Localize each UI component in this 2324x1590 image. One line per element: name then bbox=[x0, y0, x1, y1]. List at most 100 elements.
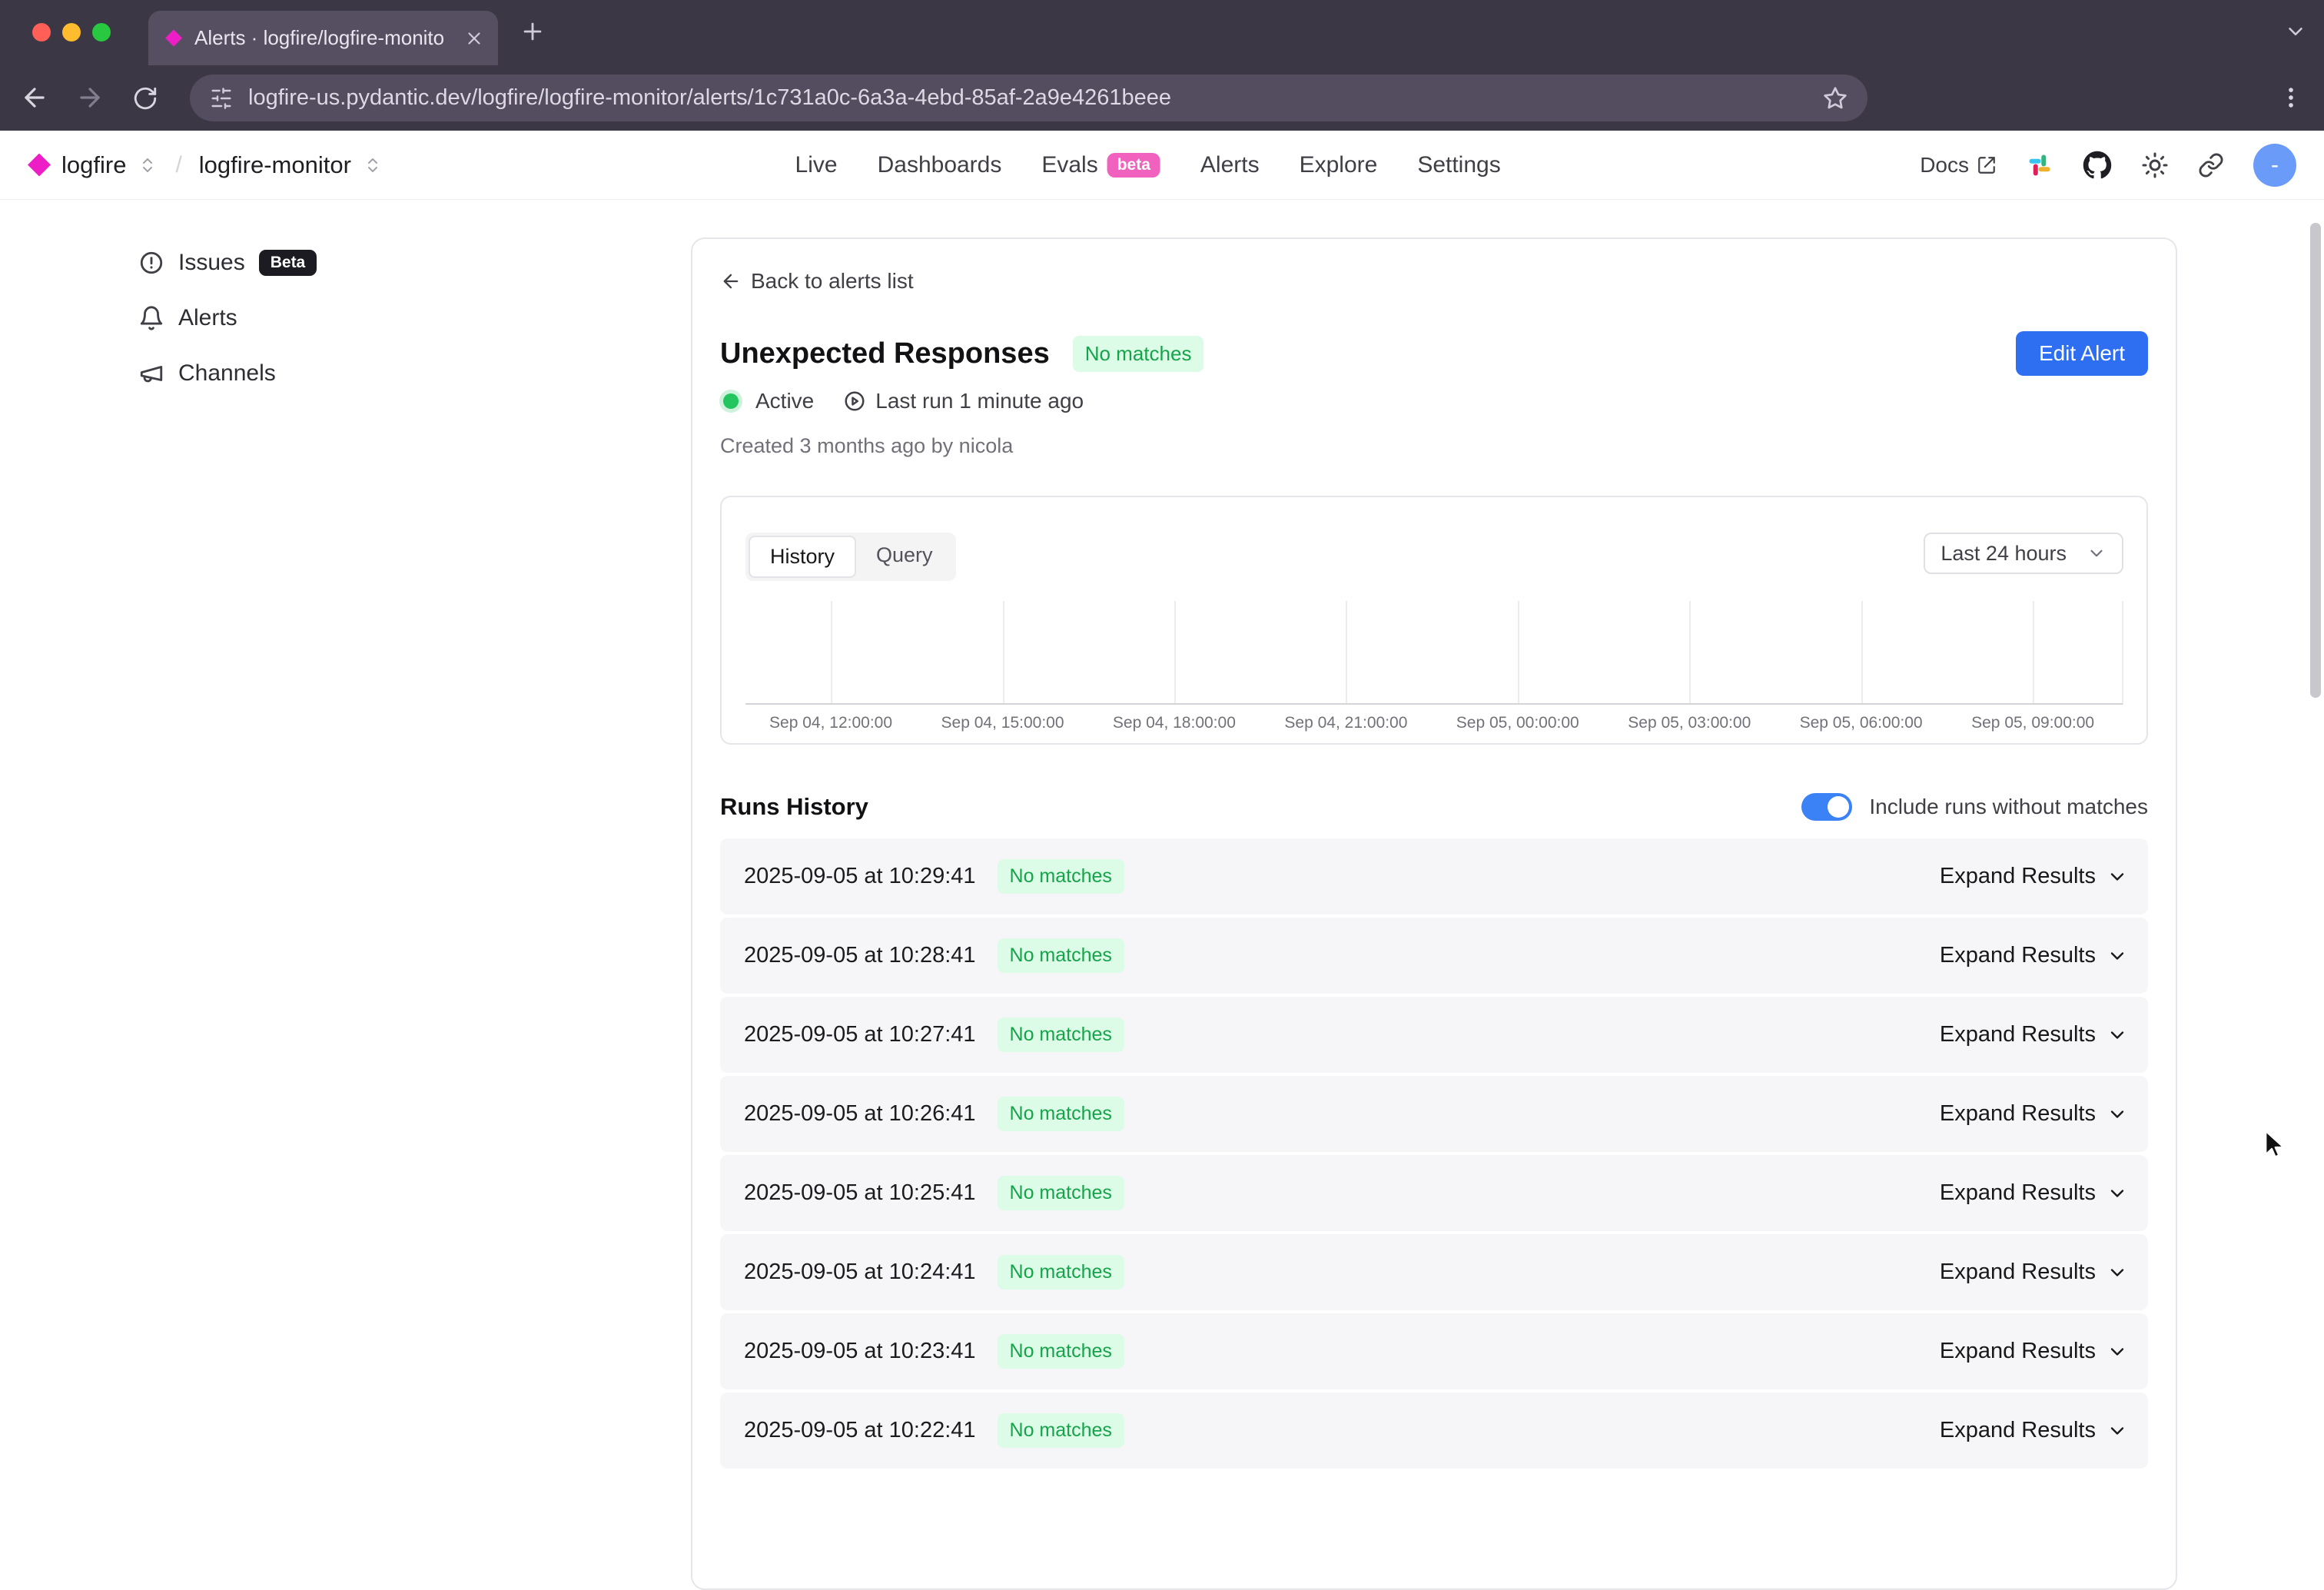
expand-results-label: Expand Results bbox=[1940, 1418, 2096, 1443]
run-row: 2025-09-05 at 10:27:41 No matches Expand… bbox=[720, 997, 2148, 1073]
site-settings-icon[interactable] bbox=[210, 87, 233, 110]
sidebar-issues-label: Issues bbox=[178, 250, 245, 276]
run-timestamp: 2025-09-05 at 10:28:41 bbox=[744, 943, 976, 968]
nav-explore[interactable]: Explore bbox=[1300, 152, 1378, 178]
back-to-alerts-link[interactable]: Back to alerts list bbox=[720, 267, 2148, 296]
evals-beta-badge: beta bbox=[1107, 153, 1160, 178]
expand-results-button[interactable]: Expand Results bbox=[1940, 1418, 2128, 1443]
x-tick-label: Sep 05, 09:00:00 bbox=[1971, 714, 2094, 732]
theme-sun-icon[interactable] bbox=[2141, 151, 2169, 179]
bell-icon bbox=[138, 305, 164, 331]
expand-results-label: Expand Results bbox=[1940, 1180, 2096, 1206]
back-button-icon[interactable] bbox=[20, 83, 49, 112]
org-selector[interactable]: logfire bbox=[61, 151, 126, 179]
share-link-icon[interactable] bbox=[2198, 152, 2224, 178]
tab-search-chevron-icon[interactable] bbox=[2284, 20, 2307, 43]
chevron-down-icon bbox=[2107, 945, 2128, 967]
run-row: 2025-09-05 at 10:26:41 No matches Expand… bbox=[720, 1076, 2148, 1152]
chart-gridline bbox=[1518, 601, 1519, 703]
sidebar-item-channels[interactable]: Channels bbox=[138, 346, 691, 401]
run-timestamp: 2025-09-05 at 10:22:41 bbox=[744, 1418, 976, 1443]
expand-results-label: Expand Results bbox=[1940, 943, 2096, 968]
megaphone-icon bbox=[138, 360, 164, 387]
chevron-down-icon bbox=[2107, 1104, 2128, 1125]
bookmark-star-icon[interactable] bbox=[1823, 86, 1848, 111]
nav-explore-label: Explore bbox=[1300, 152, 1378, 178]
sidebar-channels-label: Channels bbox=[178, 360, 276, 387]
project-selector[interactable]: logfire-monitor bbox=[199, 151, 351, 179]
address-bar[interactable]: logfire-us.pydantic.dev/logfire/logfire-… bbox=[190, 75, 1868, 121]
nav-alerts[interactable]: Alerts bbox=[1200, 152, 1260, 178]
chart-gridline bbox=[1003, 601, 1004, 703]
expand-results-button[interactable]: Expand Results bbox=[1940, 864, 2128, 889]
run-row: 2025-09-05 at 10:29:41 No matches Expand… bbox=[720, 838, 2148, 914]
nav-evals[interactable]: Evals beta bbox=[1041, 152, 1160, 178]
nav-live[interactable]: Live bbox=[795, 152, 838, 178]
runs-history-heading: Runs History bbox=[720, 793, 868, 821]
org-chevrons-icon[interactable] bbox=[138, 156, 157, 174]
project-chevrons-icon[interactable] bbox=[364, 156, 382, 174]
tab-close-icon[interactable] bbox=[464, 28, 484, 48]
arrow-left-icon bbox=[720, 271, 742, 292]
tab-strip: Alerts · logfire/logfire-monito bbox=[0, 0, 2324, 65]
expand-results-label: Expand Results bbox=[1940, 864, 2096, 889]
sidebar-item-alerts[interactable]: Alerts bbox=[138, 290, 691, 346]
expand-results-label: Expand Results bbox=[1940, 1339, 2096, 1364]
runs-list: 2025-09-05 at 10:29:41 No matches Expand… bbox=[720, 838, 2148, 1469]
run-no-matches-badge: No matches bbox=[998, 1413, 1124, 1448]
tab-history[interactable]: History bbox=[749, 536, 856, 578]
expand-results-label: Expand Results bbox=[1940, 1022, 2096, 1047]
window-zoom-button[interactable] bbox=[92, 23, 111, 41]
slack-icon[interactable] bbox=[2026, 151, 2053, 179]
chevron-down-icon bbox=[2107, 1262, 2128, 1283]
issues-beta-badge: Beta bbox=[259, 250, 317, 276]
edit-alert-button[interactable]: Edit Alert bbox=[2016, 331, 2148, 376]
expand-results-button[interactable]: Expand Results bbox=[1940, 1101, 2128, 1127]
expand-results-button[interactable]: Expand Results bbox=[1940, 1260, 2128, 1285]
time-range-value: Last 24 hours bbox=[1941, 542, 2067, 566]
tab-query[interactable]: Query bbox=[856, 536, 953, 578]
expand-results-button[interactable]: Expand Results bbox=[1940, 943, 2128, 968]
main-nav: Live Dashboards Evals beta Alerts Explor… bbox=[795, 152, 1501, 178]
nav-live-label: Live bbox=[795, 152, 838, 178]
nav-alerts-label: Alerts bbox=[1200, 152, 1260, 178]
window-controls bbox=[32, 23, 111, 41]
nav-dashboards[interactable]: Dashboards bbox=[878, 152, 1002, 178]
window-close-button[interactable] bbox=[32, 23, 51, 41]
time-range-select[interactable]: Last 24 hours bbox=[1924, 533, 2123, 574]
run-row: 2025-09-05 at 10:23:41 No matches Expand… bbox=[720, 1313, 2148, 1389]
external-link-icon bbox=[1977, 155, 1997, 175]
nav-settings[interactable]: Settings bbox=[1417, 152, 1500, 178]
sidebar-item-issues[interactable]: Issues Beta bbox=[138, 235, 691, 290]
forward-button-icon[interactable] bbox=[75, 83, 105, 112]
x-tick-label: Sep 04, 18:00:00 bbox=[1113, 714, 1236, 732]
expand-results-button[interactable]: Expand Results bbox=[1940, 1180, 2128, 1206]
page-scrollbar-thumb[interactable] bbox=[2310, 223, 2321, 698]
alert-title: Unexpected Responses bbox=[720, 337, 1050, 370]
expand-results-label: Expand Results bbox=[1940, 1260, 2096, 1285]
last-run: Last run 1 minute ago bbox=[843, 389, 1084, 413]
chart-gridline bbox=[831, 601, 832, 703]
github-icon[interactable] bbox=[2083, 151, 2112, 180]
chart-gridline bbox=[2033, 601, 2034, 703]
reload-button-icon[interactable] bbox=[132, 85, 158, 111]
chevron-down-icon bbox=[2107, 1341, 2128, 1363]
browser-menu-icon[interactable] bbox=[2278, 85, 2304, 111]
run-no-matches-badge: No matches bbox=[998, 859, 1124, 894]
window-minimize-button[interactable] bbox=[62, 23, 81, 41]
docs-label: Docs bbox=[1920, 153, 1969, 178]
logfire-favicon-icon bbox=[165, 30, 182, 47]
created-by-label: Created 3 months ago by nicola bbox=[720, 433, 2148, 459]
expand-results-button[interactable]: Expand Results bbox=[1940, 1339, 2128, 1364]
user-avatar[interactable]: - bbox=[2253, 144, 2296, 187]
chart-header: History Query Last 24 hours bbox=[745, 533, 2123, 581]
new-tab-button[interactable] bbox=[520, 18, 546, 45]
browser-tab[interactable]: Alerts · logfire/logfire-monito bbox=[148, 11, 498, 65]
docs-link[interactable]: Docs bbox=[1920, 153, 1997, 178]
runs-history-header: Runs History Include runs without matche… bbox=[720, 789, 2148, 825]
expand-results-button[interactable]: Expand Results bbox=[1940, 1022, 2128, 1047]
run-no-matches-badge: No matches bbox=[998, 1017, 1124, 1052]
app-header: logfire / logfire-monitor Live Dashboard… bbox=[0, 131, 2324, 200]
run-row: 2025-09-05 at 10:24:41 No matches Expand… bbox=[720, 1234, 2148, 1310]
include-runs-toggle[interactable] bbox=[1801, 793, 1852, 821]
